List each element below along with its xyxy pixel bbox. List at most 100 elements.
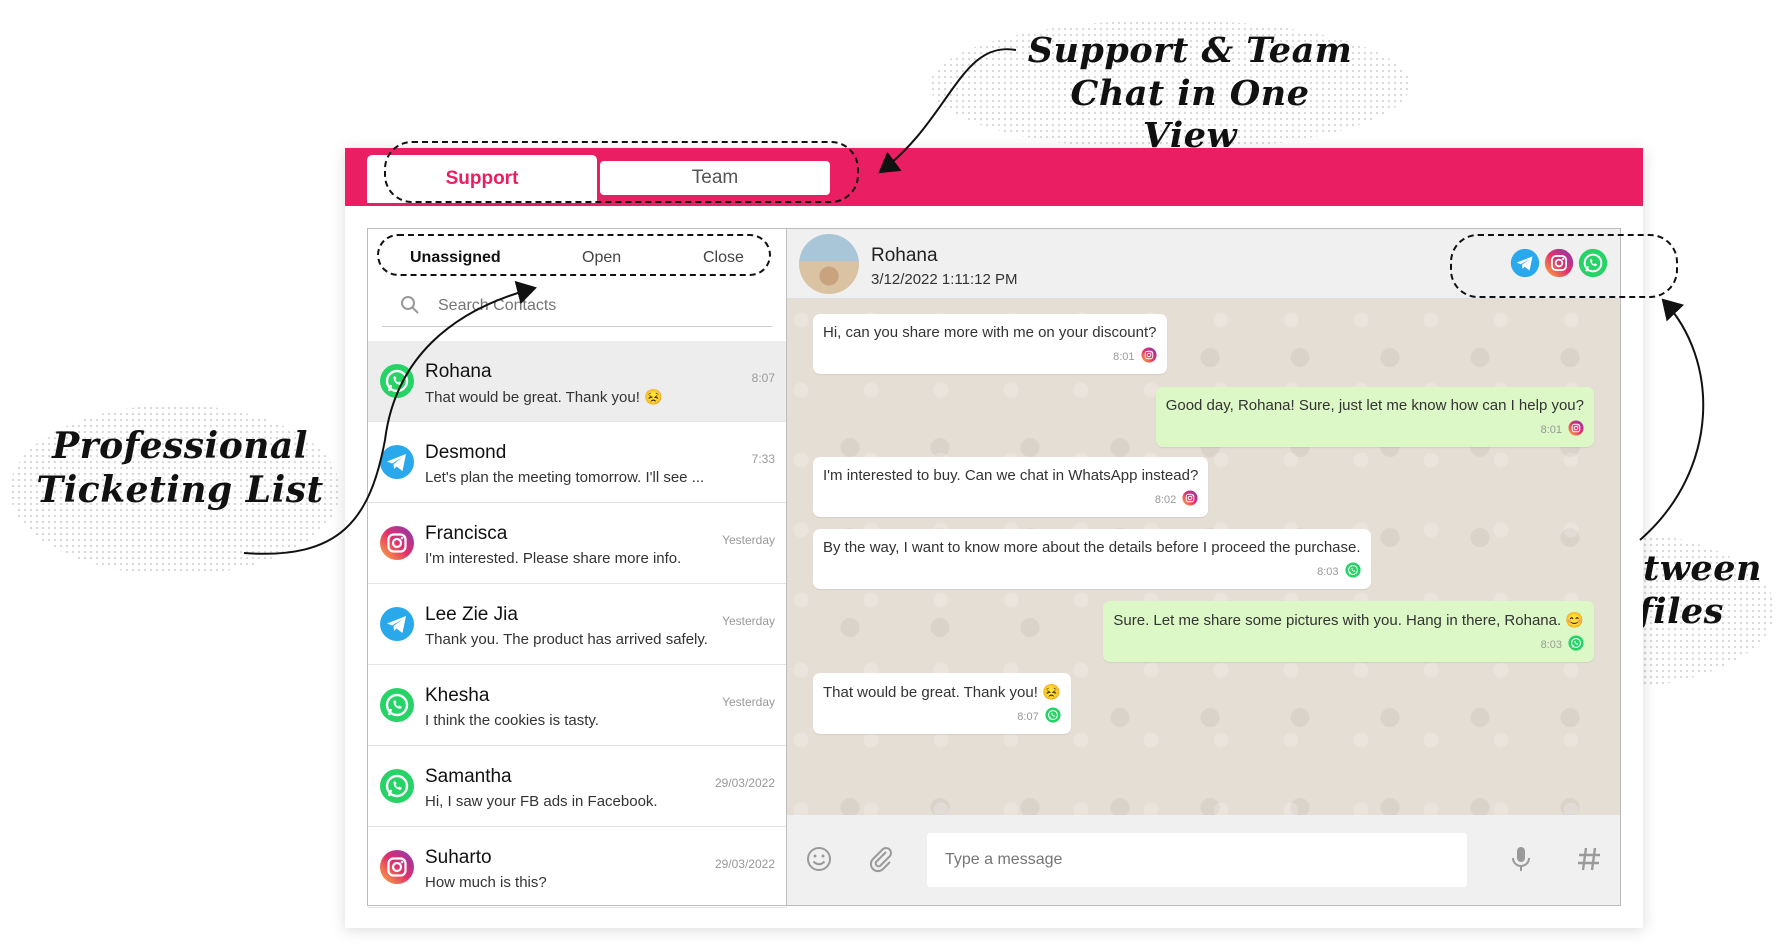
outgoing-message: Sure. Let me share some pictures with yo…	[1103, 601, 1594, 662]
ticket-list-panel: Unassigned Open Close Rohana That would b…	[367, 228, 788, 908]
tab-team[interactable]: Team	[600, 161, 830, 195]
arrow-sub-profiles	[1639, 298, 1705, 541]
telegram-icon	[379, 606, 415, 642]
message-time: 8:01	[1113, 350, 1135, 363]
contact-name: Samantha	[425, 766, 512, 787]
whatsapp-icon[interactable]	[1578, 248, 1608, 283]
list-item[interactable]: Khesha I think the cookies is tasty. Yeste…	[368, 665, 787, 746]
contact-name: Khesha	[425, 685, 490, 706]
annotation-line: Professional	[52, 425, 308, 467]
message-text: Hi, can you share more with me on your d…	[823, 324, 1157, 341]
message-meta: 8:01	[1166, 420, 1584, 439]
incoming-message: That would be great. Thank you! 😣 8:07	[813, 673, 1071, 734]
contact-name: Rohana	[425, 361, 492, 382]
avatar	[799, 234, 859, 294]
contact-preview: I think the cookies is tasty.	[425, 712, 599, 729]
incoming-message: By the way, I want to know more about th…	[813, 529, 1371, 589]
message-text: By the way, I want to know more about th…	[823, 539, 1361, 556]
list-item[interactable]: Lee Zie Jia Thank you. The product has ar…	[368, 584, 787, 665]
whatsapp-icon	[1344, 562, 1361, 581]
instagram-icon	[1182, 490, 1198, 509]
list-item[interactable]: Desmond Let's plan the meeting tomorrow. …	[368, 422, 787, 503]
search-icon	[401, 296, 419, 314]
message-text: Good day, Rohana! Sure, just let me know…	[1165, 397, 1584, 414]
message-time: 8:03	[1317, 565, 1339, 578]
hashtag-icon[interactable]	[1573, 843, 1605, 875]
contact-name: Suharto	[425, 847, 492, 868]
whatsapp-icon	[379, 687, 415, 723]
message-time: 8:07	[1017, 710, 1039, 723]
contact-preview: Thank you. The product has arrived safel…	[425, 631, 708, 648]
chat-panel: Rohana 3/12/2022 1:11:12 PM Hi, can you …	[786, 228, 1621, 906]
annotation-line: Support & Team	[1027, 30, 1353, 71]
list-item[interactable]: Rohana That would be great. Thank you! 😣 8…	[368, 341, 787, 422]
message-text: That would be great. Thank you! 😣	[823, 684, 1061, 701]
top-bar: Support Team	[345, 148, 1643, 206]
emoji-icon[interactable]	[803, 843, 835, 875]
incoming-message: I'm interested to buy. Can we chat in Wh…	[813, 457, 1209, 517]
telegram-icon	[379, 444, 415, 480]
message-time: 8:03	[1540, 638, 1562, 651]
contact-preview: That would be great. Thank you! 😣	[425, 389, 663, 406]
message-meta: 8:07	[823, 707, 1061, 726]
app-window: Support Team Unassigned Open Close Rohan…	[345, 148, 1643, 928]
contact-preview: I'm interested. Please share more info.	[425, 550, 682, 567]
contact-preview: How much is this?	[425, 874, 547, 891]
canvas: Support & Team Chat in One View Professi…	[0, 0, 1779, 944]
composer	[787, 815, 1620, 905]
list-item[interactable]: Suharto How much is this? 29/03/2022	[368, 827, 787, 908]
contact-name: Francisca	[425, 523, 508, 544]
contact-time: Yesterday	[722, 695, 775, 709]
instagram-icon[interactable]	[1544, 248, 1574, 283]
outgoing-message: Good day, Rohana! Sure, just let me know…	[1155, 387, 1594, 447]
contact-time: 8:07	[751, 371, 775, 385]
tab-support[interactable]: Support	[367, 155, 597, 203]
contact-time: 7:33	[751, 452, 775, 466]
annotation-support-team: Support & Team Chat in One View	[1020, 30, 1360, 158]
ticket-filters: Unassigned Open Close	[368, 229, 787, 281]
instagram-icon	[1140, 347, 1157, 366]
instagram-icon	[379, 849, 415, 885]
telegram-icon[interactable]	[1510, 248, 1540, 283]
incoming-message: Hi, can you share more with me on your d…	[813, 314, 1167, 374]
annotation-line: Chat in One View	[1070, 72, 1310, 157]
contact-time: 29/03/2022	[714, 776, 775, 790]
message-input[interactable]	[927, 833, 1467, 887]
sub-profile-switcher	[1510, 248, 1608, 283]
contact-name: Lee Zie Jia	[425, 604, 518, 625]
filter-unassigned[interactable]: Unassigned	[410, 249, 501, 267]
message-meta: 8:03	[1113, 635, 1584, 654]
list-item[interactable]: Samantha Hi, I saw your FB ads in Faceboo…	[368, 746, 787, 827]
whatsapp-icon	[1045, 707, 1061, 726]
contact-time: 29/03/2022	[714, 857, 775, 871]
list-item[interactable]: Francisca I'm interested. Please share mo…	[368, 503, 787, 584]
contact-preview: Hi, I saw your FB ads in Facebook.	[425, 793, 658, 810]
instagram-icon	[379, 525, 415, 561]
annotation-ticketing: Professional Ticketing List	[35, 425, 325, 513]
message-meta: 8:03	[823, 562, 1361, 581]
search-bar	[382, 291, 772, 327]
message-text: I'm interested to buy. Can we chat in Wh…	[823, 467, 1199, 484]
chat-header: Rohana 3/12/2022 1:11:12 PM	[787, 229, 1620, 299]
chat-contact-name: Rohana	[871, 245, 938, 266]
message-time: 8:02	[1154, 493, 1177, 506]
instagram-icon	[1568, 420, 1584, 439]
contact-preview: Let's plan the meeting tomorrow. I'll se…	[425, 469, 705, 486]
search-input[interactable]	[438, 297, 758, 315]
whatsapp-icon	[379, 768, 415, 804]
whatsapp-icon	[1568, 635, 1584, 654]
contact-time: Yesterday	[722, 533, 775, 547]
message-meta: 8:01	[823, 347, 1157, 366]
message-meta: 8:02	[823, 490, 1198, 509]
microphone-icon[interactable]	[1505, 843, 1537, 875]
attachment-icon[interactable]	[865, 843, 897, 875]
message-time: 8:01	[1540, 423, 1562, 436]
chat-timestamp: 3/12/2022 1:11:12 PM	[871, 271, 1018, 288]
filter-close[interactable]: Close	[703, 249, 744, 267]
contact-list: Rohana That would be great. Thank you! 😣 8…	[368, 341, 787, 908]
whatsapp-icon	[379, 363, 415, 399]
annotation-line: Ticketing List	[36, 468, 324, 511]
message-area: Hi, can you share more with me on your d…	[787, 299, 1620, 817]
filter-open[interactable]: Open	[582, 249, 621, 267]
contact-name: Desmond	[425, 442, 507, 463]
